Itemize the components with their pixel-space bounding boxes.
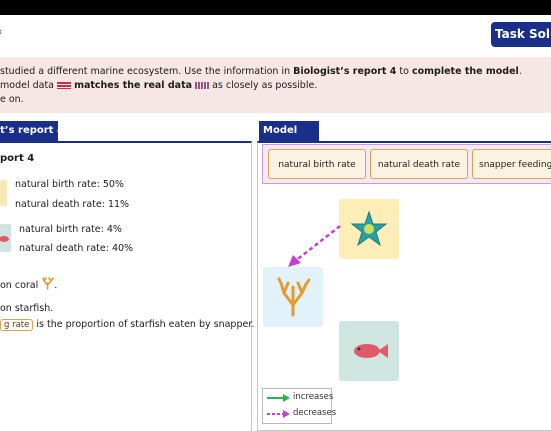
legend-increases: increases (293, 392, 334, 402)
snapper-feeding-rate-button[interactable]: snapper feeding rate (472, 149, 551, 179)
coral-relation-text: on coral . (0, 277, 57, 291)
instruction-text: as closely as possible. (209, 80, 318, 91)
real-data-dots-icon (195, 82, 210, 89)
instruction-bold-report: Biologist’s report 4 (293, 66, 397, 77)
instruction-text: model data (0, 80, 58, 91)
feeding-rate-definition-text: is the proportion of starfish eaten by s… (36, 319, 255, 330)
browser-top-bar (0, 0, 551, 15)
coral-icon (277, 277, 311, 317)
species2-birth-rate: natural birth rate: 4% (19, 224, 122, 235)
header-bar (0, 15, 551, 55)
natural-birth-rate-button[interactable]: natural birth rate (268, 149, 366, 179)
arrow-legend: increases decreases (262, 388, 336, 424)
instruction-line-1: studied a different marine ecosystem. Us… (0, 66, 522, 77)
report-heading: port 4 (0, 153, 35, 164)
legend-arrows-icon (267, 394, 290, 418)
feeding-rate-chip: g rate (0, 319, 34, 331)
instruction-text: to (396, 66, 412, 77)
back-chevron-icon[interactable]: ‹ (0, 25, 2, 38)
instruction-line-2: model data matches the real data as clos… (0, 80, 317, 91)
instruction-bold-complete: complete the model (411, 66, 519, 77)
tab-model[interactable]: Model (259, 121, 319, 141)
starfish-icon (350, 210, 388, 247)
model-data-line-icon (57, 82, 72, 89)
instructions-banner: studied a different marine ecosystem. Us… (0, 57, 551, 113)
starfish-relation-text: on starfish. (0, 303, 54, 314)
starfish-thumbnail-icon (0, 180, 7, 206)
instruction-text: studied a different marine ecosystem. Us… (0, 66, 294, 77)
coral-small-icon (42, 277, 55, 290)
snapper-card[interactable] (339, 321, 399, 381)
instruction-line-3: e on. (0, 94, 24, 105)
natural-death-rate-button[interactable]: natural death rate (370, 149, 468, 179)
instruction-text: . (518, 66, 522, 77)
legend-decreases: decreases (293, 408, 337, 418)
coral-text-end: . (54, 280, 58, 291)
decrease-arrow[interactable] (280, 222, 346, 274)
species1-death-rate: natural death rate: 11% (15, 199, 130, 210)
tab-biologists-report[interactable]: t’s report 4 (0, 121, 58, 141)
species2-death-rate: natural death rate: 40% (19, 243, 134, 254)
instruction-bold-matches: matches the real data (74, 80, 193, 91)
coral-card[interactable] (263, 267, 323, 327)
starfish-card[interactable] (339, 199, 399, 259)
snapper-icon (354, 344, 388, 358)
snapper-thumbnail-icon (0, 224, 11, 252)
species1-birth-rate: natural birth rate: 50% (15, 179, 124, 190)
feeding-rate-definition: g rate is the proportion of starfish eat… (0, 319, 254, 331)
task-solution-button[interactable]: Task Solution (491, 22, 551, 47)
coral-text: on coral (0, 280, 39, 291)
